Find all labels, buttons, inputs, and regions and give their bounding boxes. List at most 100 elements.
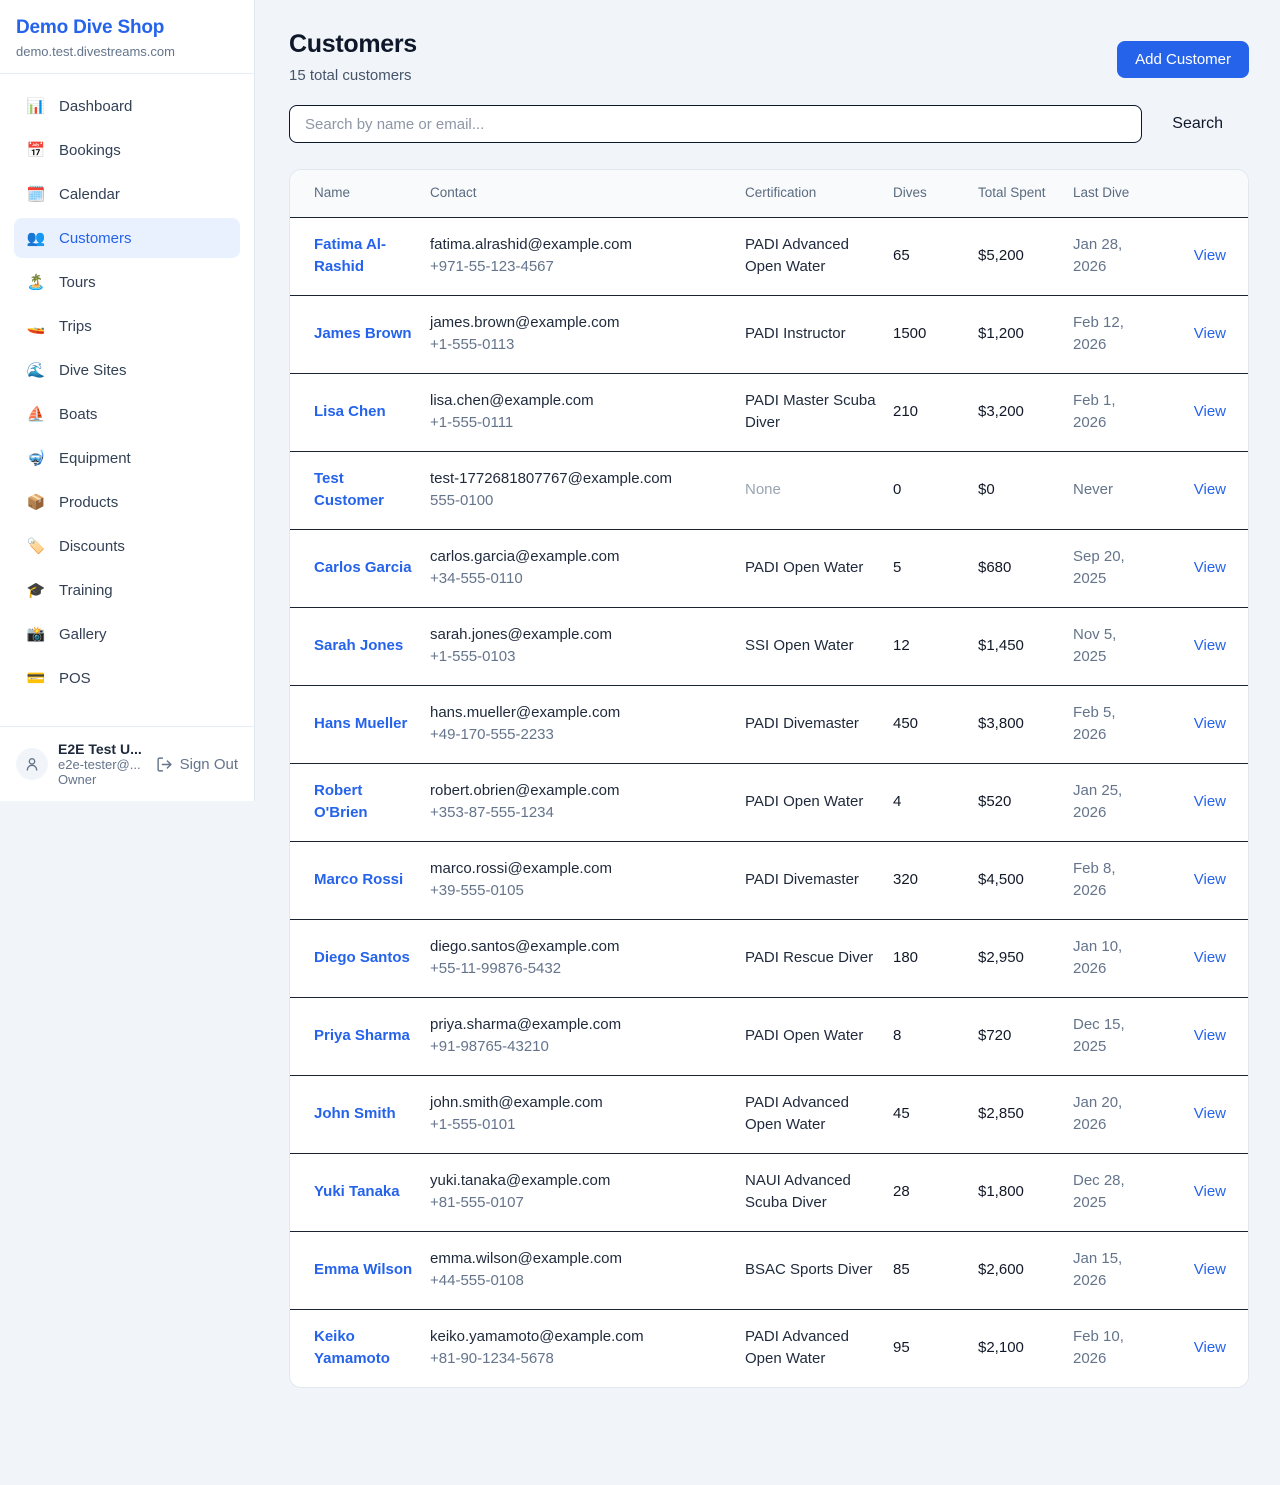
user-info: E2E Test U... e2e-tester@... Owner bbox=[58, 741, 146, 787]
add-customer-button[interactable]: Add Customer bbox=[1117, 41, 1249, 78]
customer-total-spent: $4,500 bbox=[978, 841, 1073, 919]
sidebar-user-footer: E2E Test U... e2e-tester@... Owner Sign … bbox=[0, 726, 254, 801]
sidebar-item-discounts[interactable]: 🏷️ Discounts bbox=[14, 526, 240, 566]
sidebar-item-dashboard[interactable]: 📊 Dashboard bbox=[14, 86, 240, 126]
page-subtitle: 15 total customers bbox=[289, 67, 417, 84]
person-icon bbox=[24, 756, 40, 772]
customer-certification: PADI Rescue Diver bbox=[745, 949, 873, 966]
customer-name-link[interactable]: Marco Rossi bbox=[314, 871, 403, 888]
view-link[interactable]: View bbox=[1194, 1027, 1226, 1044]
customer-phone: +34-555-0110 bbox=[430, 568, 729, 591]
sidebar-nav: 📊 Dashboard 📅 Bookings 🗓️ Calendar 👥 Cus… bbox=[0, 74, 254, 726]
table-row: Robert O'Brien robert.obrien@example.com… bbox=[290, 763, 1249, 841]
customer-name-link[interactable]: Sarah Jones bbox=[314, 637, 403, 654]
column-header-dives: Dives bbox=[893, 170, 978, 217]
sidebar-item-customers[interactable]: 👥 Customers bbox=[14, 218, 240, 258]
sidebar-item-dive-sites[interactable]: 🌊 Dive Sites bbox=[14, 350, 240, 390]
customer-name-link[interactable]: Hans Mueller bbox=[314, 715, 407, 732]
customer-name-link[interactable]: John Smith bbox=[314, 1105, 396, 1122]
customer-total-spent: $1,800 bbox=[978, 1153, 1073, 1231]
customer-phone: +1-555-0111 bbox=[430, 412, 729, 435]
user-role: Owner bbox=[58, 772, 146, 787]
customer-phone: +81-555-0107 bbox=[430, 1192, 729, 1215]
customer-name-link[interactable]: Test Customer bbox=[314, 470, 384, 510]
customer-last-dive: Jan 15, 2026 bbox=[1073, 1231, 1169, 1309]
table-row: Diego Santos diego.santos@example.com +5… bbox=[290, 919, 1249, 997]
customer-name-link[interactable]: Yuki Tanaka bbox=[314, 1183, 400, 1200]
customer-name-link[interactable]: Diego Santos bbox=[314, 949, 410, 966]
customer-certification: PADI Master Scuba Diver bbox=[745, 392, 876, 432]
customer-dives: 12 bbox=[893, 607, 978, 685]
customer-phone: +1-555-0103 bbox=[430, 646, 729, 669]
table-row: Test Customer test-1772681807767@example… bbox=[290, 451, 1249, 529]
customer-name-link[interactable]: Keiko Yamamoto bbox=[314, 1328, 390, 1368]
customer-name-link[interactable]: Fatima Al-Rashid bbox=[314, 236, 386, 276]
search-bar: Search bbox=[289, 105, 1249, 143]
customer-total-spent: $2,950 bbox=[978, 919, 1073, 997]
view-link[interactable]: View bbox=[1194, 247, 1226, 264]
customer-email: fatima.alrashid@example.com bbox=[430, 234, 729, 257]
table-row: James Brown james.brown@example.com +1-5… bbox=[290, 295, 1249, 373]
column-header-last-dive: Last Dive bbox=[1073, 170, 1169, 217]
bookings-icon: 📅 bbox=[26, 141, 46, 159]
customer-email: hans.mueller@example.com bbox=[430, 702, 729, 725]
tours-icon: 🏝️ bbox=[26, 273, 46, 291]
customer-name-link[interactable]: James Brown bbox=[314, 325, 412, 342]
sidebar-item-tours[interactable]: 🏝️ Tours bbox=[14, 262, 240, 302]
customer-name-link[interactable]: Robert O'Brien bbox=[314, 782, 368, 822]
sidebar-item-equipment[interactable]: 🤿 Equipment bbox=[14, 438, 240, 478]
sidebar-item-boats[interactable]: ⛵ Boats bbox=[14, 394, 240, 434]
view-link[interactable]: View bbox=[1194, 949, 1226, 966]
customer-dives: 450 bbox=[893, 685, 978, 763]
sidebar-item-calendar[interactable]: 🗓️ Calendar bbox=[14, 174, 240, 214]
table-row: Emma Wilson emma.wilson@example.com +44-… bbox=[290, 1231, 1249, 1309]
view-link[interactable]: View bbox=[1194, 1261, 1226, 1278]
customer-certification: PADI Open Water bbox=[745, 793, 863, 810]
customer-dives: 1500 bbox=[893, 295, 978, 373]
view-link[interactable]: View bbox=[1194, 637, 1226, 654]
view-link[interactable]: View bbox=[1194, 715, 1226, 732]
search-input[interactable] bbox=[289, 105, 1142, 143]
customer-phone: +1-555-0101 bbox=[430, 1114, 729, 1137]
customer-name-link[interactable]: Emma Wilson bbox=[314, 1261, 412, 1278]
customer-last-dive: Never bbox=[1073, 451, 1169, 529]
view-link[interactable]: View bbox=[1194, 1105, 1226, 1122]
customer-email: sarah.jones@example.com bbox=[430, 624, 729, 647]
customer-email: keiko.yamamoto@example.com bbox=[430, 1326, 729, 1349]
search-submit-button[interactable]: Search bbox=[1142, 115, 1249, 133]
view-link[interactable]: View bbox=[1194, 1339, 1226, 1356]
view-link[interactable]: View bbox=[1194, 559, 1226, 576]
customer-phone: 555-0100 bbox=[430, 490, 729, 513]
customer-dives: 5 bbox=[893, 529, 978, 607]
sidebar-item-trips[interactable]: 🚤 Trips bbox=[14, 306, 240, 346]
view-link[interactable]: View bbox=[1194, 1183, 1226, 1200]
sidebar-item-products[interactable]: 📦 Products bbox=[14, 482, 240, 522]
table-row: Lisa Chen lisa.chen@example.com +1-555-0… bbox=[290, 373, 1249, 451]
dive-sites-icon: 🌊 bbox=[26, 361, 46, 379]
customer-email: marco.rossi@example.com bbox=[430, 858, 729, 881]
customer-phone: +1-555-0113 bbox=[430, 334, 729, 357]
customer-email: priya.sharma@example.com bbox=[430, 1014, 729, 1037]
sidebar-item-pos[interactable]: 💳 POS bbox=[14, 658, 240, 698]
view-link[interactable]: View bbox=[1194, 481, 1226, 498]
dashboard-icon: 📊 bbox=[26, 97, 46, 115]
column-header-actions bbox=[1169, 170, 1249, 217]
view-link[interactable]: View bbox=[1194, 871, 1226, 888]
customer-last-dive: Jan 20, 2026 bbox=[1073, 1075, 1169, 1153]
customer-last-dive: Dec 28, 2025 bbox=[1073, 1153, 1169, 1231]
customer-total-spent: $0 bbox=[978, 451, 1073, 529]
customer-total-spent: $1,200 bbox=[978, 295, 1073, 373]
sidebar-item-bookings[interactable]: 📅 Bookings bbox=[14, 130, 240, 170]
customer-name-link[interactable]: Priya Sharma bbox=[314, 1027, 410, 1044]
view-link[interactable]: View bbox=[1194, 793, 1226, 810]
customer-name-link[interactable]: Carlos Garcia bbox=[314, 559, 412, 576]
sign-out-button[interactable]: Sign Out bbox=[156, 756, 238, 773]
view-link[interactable]: View bbox=[1194, 325, 1226, 342]
sidebar-item-gallery[interactable]: 📸 Gallery bbox=[14, 614, 240, 654]
sidebar-item-training[interactable]: 🎓 Training bbox=[14, 570, 240, 610]
customer-dives: 95 bbox=[893, 1309, 978, 1387]
customer-name-link[interactable]: Lisa Chen bbox=[314, 403, 386, 420]
customer-certification: PADI Divemaster bbox=[745, 715, 859, 732]
customer-dives: 45 bbox=[893, 1075, 978, 1153]
view-link[interactable]: View bbox=[1194, 403, 1226, 420]
